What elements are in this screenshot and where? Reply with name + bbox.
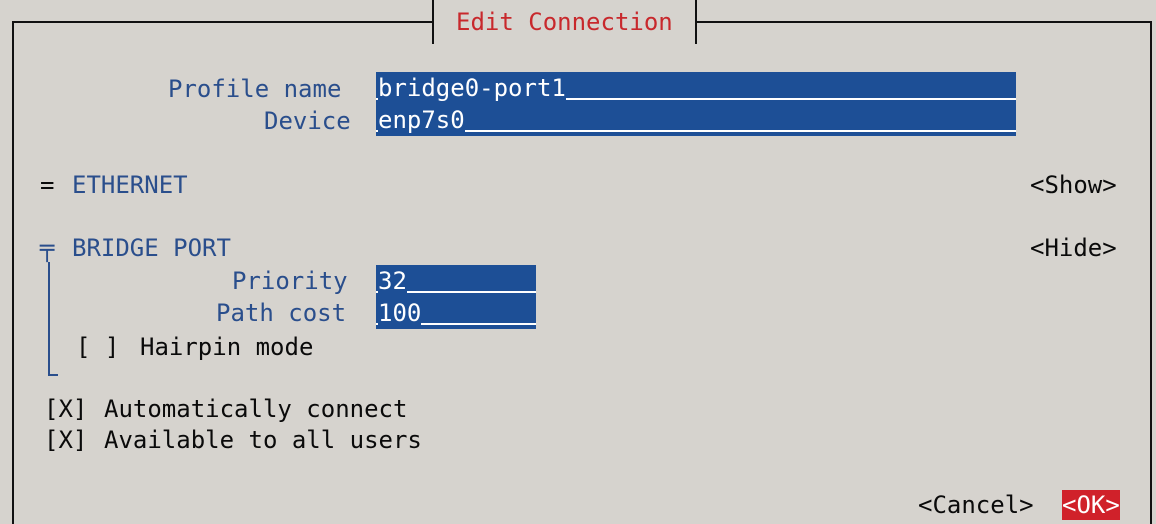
bridge-port-marker: ╤ bbox=[40, 234, 55, 262]
terminal-screen: Edit Connection Profile name bridge0-por… bbox=[0, 0, 1156, 524]
all-users-label: Available to all users bbox=[104, 426, 422, 454]
device-field[interactable]: enp7s0 bbox=[376, 104, 1016, 136]
ethernet-section-label: ETHERNET bbox=[72, 171, 188, 199]
ok-button[interactable]: <OK> bbox=[1062, 490, 1120, 520]
profile-name-field[interactable]: bridge0-port1 bbox=[376, 72, 1016, 104]
hairpin-mode-label: Hairpin mode bbox=[140, 333, 314, 361]
priority-value: 32 bbox=[378, 267, 407, 295]
dialog-title: Edit Connection bbox=[432, 0, 697, 44]
auto-connect-label: Automatically connect bbox=[104, 395, 408, 423]
all-users-checkbox[interactable]: [X] bbox=[44, 425, 87, 455]
hairpin-mode-checkbox[interactable]: [ ] bbox=[76, 332, 119, 362]
auto-connect-checkbox[interactable]: [X] bbox=[44, 394, 87, 424]
bridge-port-section-line-end bbox=[48, 374, 58, 376]
path-cost-label: Path cost bbox=[216, 299, 347, 327]
profile-name-value: bridge0-port1 bbox=[378, 74, 566, 102]
path-cost-field[interactable]: 100 bbox=[376, 297, 536, 329]
ethernet-show-button[interactable]: <Show> bbox=[1030, 170, 1117, 200]
device-label: Device bbox=[264, 107, 351, 135]
bridge-port-hide-button[interactable]: <Hide> bbox=[1030, 233, 1117, 263]
bridge-port-section-line bbox=[48, 262, 50, 376]
path-cost-value: 100 bbox=[378, 299, 422, 327]
bridge-port-section-label: BRIDGE PORT bbox=[72, 234, 231, 262]
profile-name-label: Profile name bbox=[168, 75, 342, 103]
priority-label: Priority bbox=[232, 267, 348, 295]
ethernet-marker: = bbox=[40, 171, 55, 199]
priority-field[interactable]: 32 bbox=[376, 265, 536, 297]
device-value: enp7s0 bbox=[378, 106, 465, 134]
cancel-button[interactable]: <Cancel> bbox=[918, 490, 1034, 520]
